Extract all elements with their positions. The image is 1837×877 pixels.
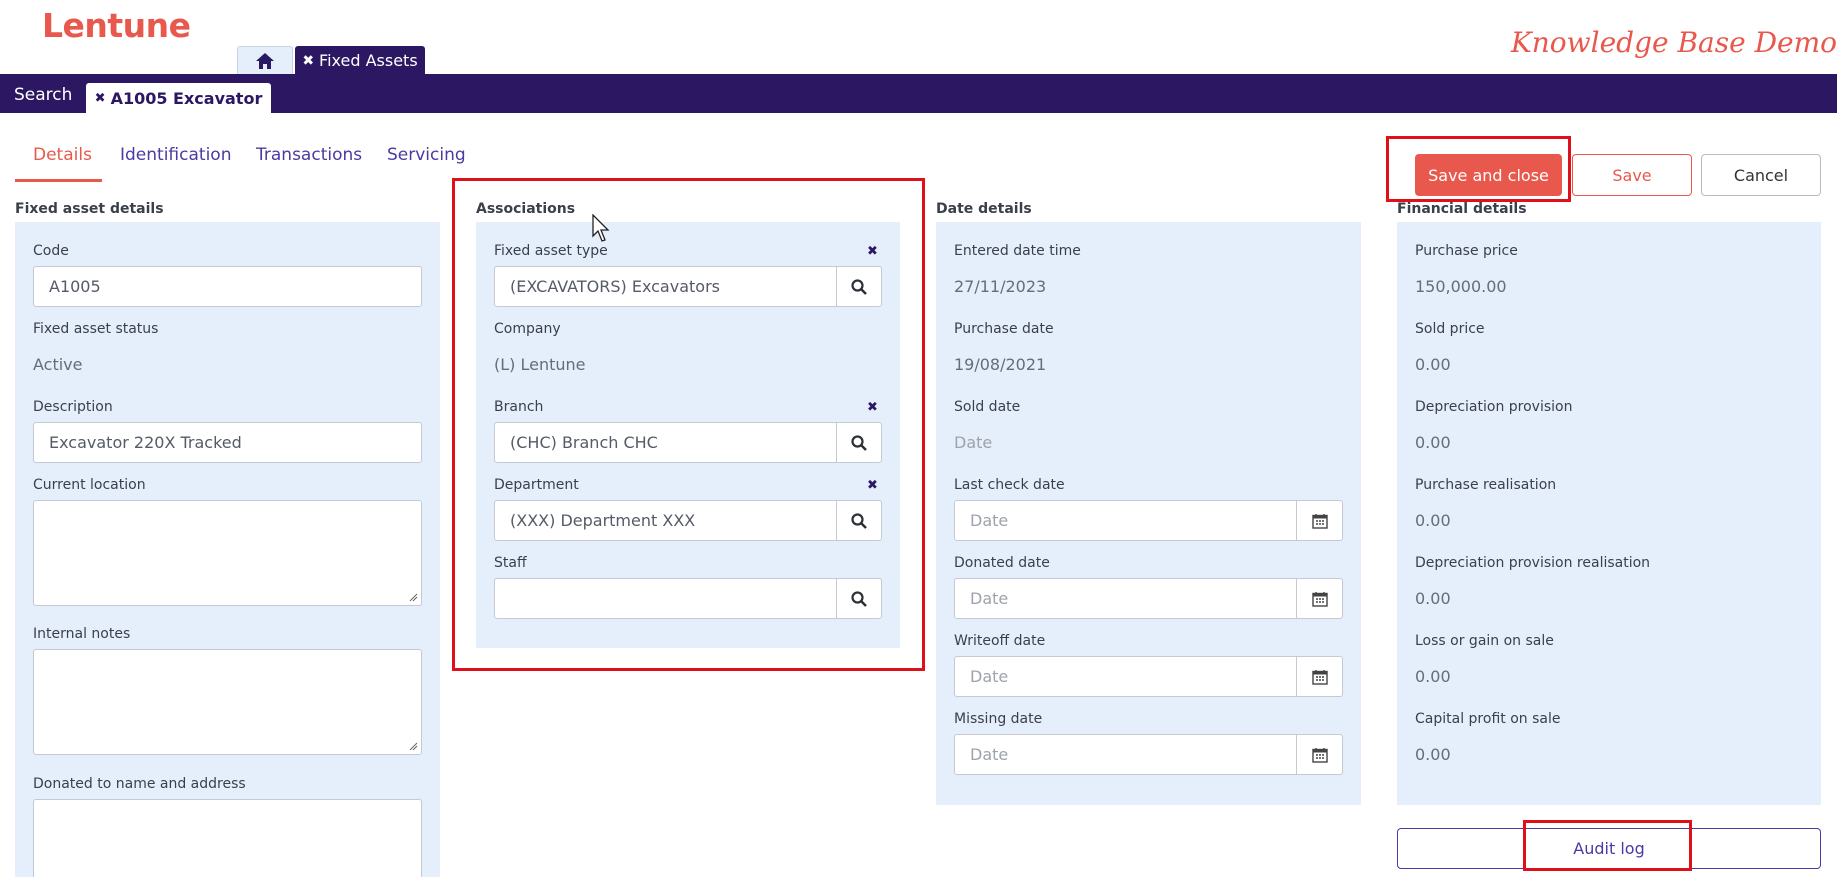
missing-date-label: Missing date (954, 711, 1043, 727)
code-label: Code (33, 243, 69, 259)
calendar-icon (1311, 669, 1328, 685)
last-check-date-calendar-button[interactable] (1296, 500, 1343, 541)
donated-date-calendar-button[interactable] (1296, 578, 1343, 619)
fixed-asset-details-title: Fixed asset details (15, 201, 164, 217)
writeoff-date-placeholder: Date (970, 667, 1009, 686)
tab-transactions[interactable]: Transactions (256, 145, 362, 165)
tab-identification[interactable]: Identification (120, 145, 231, 165)
date-details-title: Date details (936, 201, 1032, 217)
purchase-realisation-label: Purchase realisation (1415, 477, 1557, 493)
internal-notes-label: Internal notes (33, 626, 131, 642)
loss-gain-label: Loss or gain on sale (1415, 633, 1554, 649)
missing-date-input[interactable]: Date (954, 734, 1297, 775)
missing-date-placeholder: Date (970, 745, 1009, 764)
missing-date-calendar-button[interactable] (1296, 734, 1343, 775)
navbar (0, 74, 1837, 113)
capital-profit-label: Capital profit on sale (1415, 711, 1561, 727)
entered-date-value: 27/11/2023 (954, 277, 1047, 296)
depreciation-realisation-label: Depreciation provision realisation (1415, 555, 1651, 571)
donated-date-label: Donated date (954, 555, 1050, 571)
depreciation-provision-label: Depreciation provision (1415, 399, 1573, 415)
lentune-logo: Lentune (42, 6, 191, 45)
description-input[interactable]: Excavator 220X Tracked (33, 422, 422, 463)
purchase-price-value: 150,000.00 (1415, 277, 1507, 296)
status-label: Fixed asset status (33, 321, 159, 337)
current-location-textarea[interactable] (33, 500, 422, 606)
fixed-assets-tab[interactable]: ✖ Fixed Assets (295, 46, 425, 74)
last-check-date-placeholder: Date (970, 511, 1009, 530)
writeoff-date-label: Writeoff date (954, 633, 1046, 649)
purchase-realisation-value: 0.00 (1415, 511, 1451, 530)
close-icon[interactable]: ✖ (95, 91, 106, 106)
sold-price-value: 0.00 (1415, 355, 1451, 374)
purchase-price-label: Purchase price (1415, 243, 1518, 259)
calendar-icon (1311, 513, 1328, 529)
close-icon[interactable]: ✖ (302, 53, 314, 69)
fixed-assets-tab-label: Fixed Assets (319, 51, 418, 70)
active-tab-underline (15, 179, 102, 182)
donated-date-input[interactable]: Date (954, 578, 1297, 619)
knowledge-base-demo-banner: Knowledge Base Demo (1510, 26, 1837, 59)
mouse-pointer-icon (592, 214, 610, 242)
cancel-button[interactable]: Cancel (1701, 154, 1821, 196)
last-check-date-label: Last check date (954, 477, 1065, 493)
donated-to-label: Donated to name and address (33, 776, 246, 792)
entered-date-label: Entered date time (954, 243, 1081, 259)
home-icon (256, 52, 274, 69)
donated-date-placeholder: Date (970, 589, 1009, 608)
audit-log-highlight (1523, 820, 1692, 871)
calendar-icon (1311, 591, 1328, 607)
code-value: A1005 (49, 277, 101, 296)
depreciation-provision-value: 0.00 (1415, 433, 1451, 452)
associations-highlight (452, 178, 925, 671)
depreciation-realisation-value: 0.00 (1415, 589, 1451, 608)
status-value: Active (33, 355, 83, 374)
capital-profit-value: 0.00 (1415, 745, 1451, 764)
sold-date-value: Date (954, 433, 993, 452)
financial-details-title: Financial details (1397, 201, 1527, 217)
code-input[interactable]: A1005 (33, 266, 422, 307)
save-button[interactable]: Save (1572, 154, 1692, 196)
nav-search-link[interactable]: Search (14, 85, 72, 105)
resize-handle-icon[interactable] (408, 592, 418, 602)
description-label: Description (33, 399, 113, 415)
sold-date-label: Sold date (954, 399, 1021, 415)
record-tab[interactable]: ✖ A1005 Excavator (86, 83, 271, 113)
writeoff-date-input[interactable]: Date (954, 656, 1297, 697)
resize-handle-icon[interactable] (408, 741, 418, 751)
save-and-close-highlight (1386, 136, 1571, 202)
donated-to-textarea[interactable] (33, 799, 422, 877)
purchase-date-value: 19/08/2021 (954, 355, 1047, 374)
description-value: Excavator 220X Tracked (49, 433, 242, 452)
sold-price-label: Sold price (1415, 321, 1485, 337)
current-location-label: Current location (33, 477, 146, 493)
loss-gain-value: 0.00 (1415, 667, 1451, 686)
internal-notes-textarea[interactable] (33, 649, 422, 755)
last-check-date-input[interactable]: Date (954, 500, 1297, 541)
tab-details[interactable]: Details (33, 145, 92, 165)
purchase-date-label: Purchase date (954, 321, 1054, 337)
record-tab-label: A1005 Excavator (110, 88, 263, 108)
writeoff-date-calendar-button[interactable] (1296, 656, 1343, 697)
calendar-icon (1311, 747, 1328, 763)
home-tab[interactable] (237, 46, 293, 74)
tab-servicing[interactable]: Servicing (387, 145, 466, 165)
